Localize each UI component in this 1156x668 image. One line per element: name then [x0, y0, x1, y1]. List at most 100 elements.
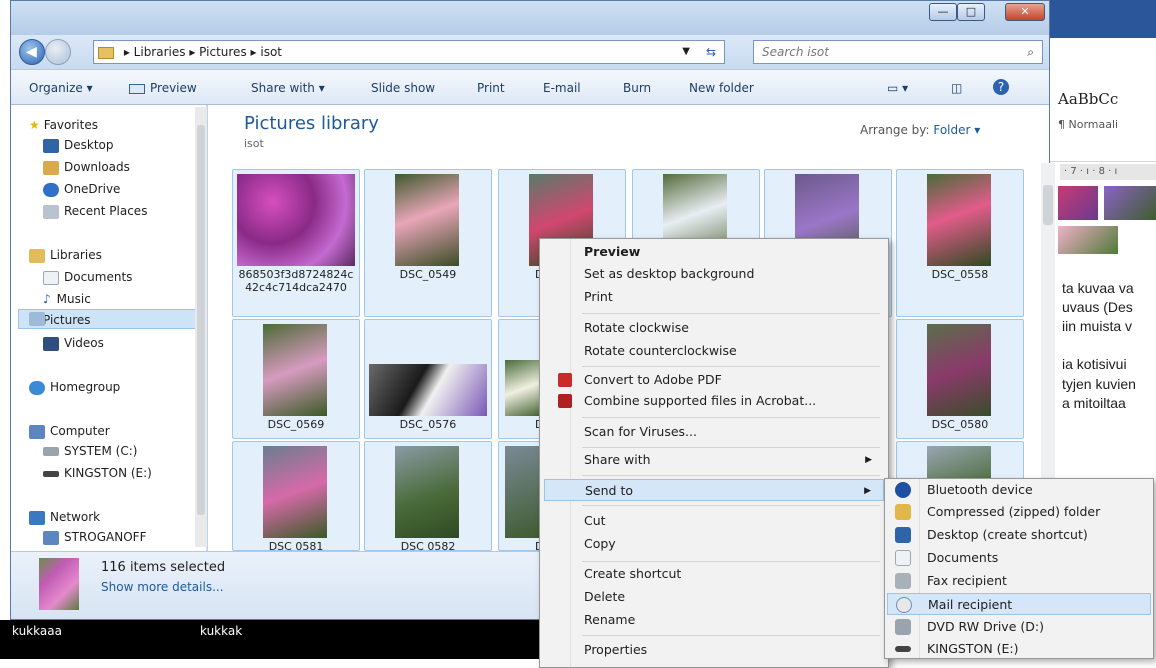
drive-icon: [43, 447, 59, 456]
arrange-dropdown[interactable]: Folder ▾: [933, 123, 980, 137]
search-input[interactable]: Search isot ⌕: [753, 40, 1043, 64]
refresh-icon[interactable]: ⇆: [706, 41, 716, 63]
email-button[interactable]: E-mail: [543, 81, 581, 95]
thumbnail-label: DSC_0558: [931, 268, 989, 281]
preview-button[interactable]: Preview: [129, 81, 197, 95]
breadcrumb-isot[interactable]: isot: [260, 45, 282, 59]
nav-computer[interactable]: Computer: [29, 421, 110, 441]
thumbnail-tile[interactable]: DSC_0558: [896, 169, 1024, 317]
share-with-button[interactable]: Share with ▾: [251, 81, 325, 95]
nav-stroganoff[interactable]: STROGANOFF: [43, 527, 146, 547]
taskbar-item[interactable]: kukkak: [200, 624, 242, 638]
word-tab-ohjelmat[interactable]: ohjelmat: [1052, 44, 1105, 58]
desktop-icon: [43, 138, 59, 153]
address-bar[interactable]: ▸ Libraries ▸ Pictures ▸ isot ▼ ⇆: [93, 40, 725, 64]
thumbnail-tile[interactable]: DSC_0580: [896, 319, 1024, 439]
nav-music[interactable]: ♪ Music: [43, 289, 91, 309]
word-image-3: [1058, 226, 1118, 254]
menu-item-label: Share with: [584, 452, 651, 467]
menu-item-cut[interactable]: Cut: [544, 510, 884, 532]
nav-recent-places[interactable]: Recent Places: [43, 201, 147, 221]
send-to-fax[interactable]: Fax recipient: [887, 570, 1151, 592]
close-button[interactable]: ✕: [1005, 3, 1045, 21]
thumbnail-tile[interactable]: DSC 0581: [232, 441, 360, 553]
thumbnail-tile[interactable]: DSC_0549: [364, 169, 492, 317]
thumbnail-tile[interactable]: DSC_0576: [364, 319, 492, 439]
menu-item-rotate-clockwise[interactable]: Rotate clockwise: [544, 317, 884, 339]
menu-item-label: DVD RW Drive (D:): [927, 619, 1044, 634]
nav-homegroup[interactable]: Homegroup: [29, 377, 120, 397]
menu-item-rename[interactable]: Rename: [544, 609, 884, 631]
send-to-dvd-drive[interactable]: DVD RW Drive (D:): [887, 616, 1151, 638]
back-button[interactable]: ◀: [19, 39, 45, 65]
nav-label: Libraries: [50, 248, 102, 262]
menu-item-share-with[interactable]: Share with ▶: [544, 449, 884, 471]
library-subtitle: isot: [244, 137, 264, 150]
word-style-gallery[interactable]: AaBbCc ¶ Normaali: [1048, 72, 1156, 162]
menu-item-set-desktop-background[interactable]: Set as desktop background: [544, 263, 884, 285]
menu-item-properties[interactable]: Properties: [544, 639, 884, 661]
nav-scroll-thumb[interactable]: [197, 125, 205, 515]
word-style-preview[interactable]: AaBbCc: [1058, 90, 1118, 108]
menu-item-preview[interactable]: Preview: [544, 241, 884, 263]
menu-item-copy[interactable]: Copy: [544, 533, 884, 555]
nav-favorites[interactable]: ★ Favorites: [29, 115, 98, 135]
nav-pictures[interactable]: Pictures: [18, 309, 198, 329]
title-bar[interactable]: — □ ✕: [11, 1, 1049, 35]
print-button[interactable]: Print: [477, 81, 505, 95]
menu-item-combine-acrobat[interactable]: Combine supported files in Acrobat...: [544, 390, 884, 412]
menu-item-convert-to-pdf[interactable]: Convert to Adobe PDF: [544, 369, 884, 391]
breadcrumb-libraries[interactable]: Libraries: [134, 45, 186, 59]
nav-documents[interactable]: Documents: [43, 267, 132, 287]
menu-item-delete[interactable]: Delete: [544, 586, 884, 608]
burn-button[interactable]: Burn: [623, 81, 651, 95]
send-to-mail-recipient[interactable]: Mail recipient: [887, 593, 1151, 615]
menu-item-create-shortcut[interactable]: Create shortcut: [544, 563, 884, 585]
nav-libraries[interactable]: Libraries: [29, 245, 102, 265]
selection-count: 116 items selected: [101, 560, 226, 575]
nav-videos[interactable]: Videos: [43, 333, 104, 353]
nav-downloads[interactable]: Downloads: [43, 157, 130, 177]
help-icon[interactable]: ?: [993, 79, 1009, 95]
library-icon: [29, 248, 45, 263]
menu-item-label: Convert to Adobe PDF: [584, 372, 722, 387]
menu-item-rotate-counterclockwise[interactable]: Rotate counterclockwise: [544, 340, 884, 362]
new-folder-button[interactable]: New folder: [689, 81, 754, 95]
breadcrumb-pictures[interactable]: Pictures: [199, 45, 247, 59]
nav-kingston-drive[interactable]: KINGSTON (E:): [43, 463, 152, 483]
maximize-button[interactable]: □: [957, 3, 985, 21]
slide-show-button[interactable]: Slide show: [371, 81, 435, 95]
send-to-kingston[interactable]: KINGSTON (E:): [887, 638, 1151, 660]
menu-item-print[interactable]: Print: [544, 286, 884, 308]
submenu-arrow-icon: ▶: [864, 486, 871, 496]
word-text-line: ia kotisivui: [1062, 356, 1127, 372]
nav-desktop[interactable]: Desktop: [43, 135, 114, 155]
minimize-button[interactable]: —: [929, 3, 957, 21]
address-dropdown-icon[interactable]: ▼: [682, 41, 690, 63]
nav-label: Videos: [64, 336, 104, 350]
menu-item-send-to[interactable]: Send to ▶: [544, 479, 884, 501]
search-icon[interactable]: ⌕: [1027, 41, 1034, 63]
thumbnail-tile[interactable]: DSC 0582: [364, 441, 492, 553]
word-tab-letter[interactable]: A: [1140, 44, 1148, 58]
main-scroll-thumb[interactable]: [1043, 185, 1053, 225]
nav-network[interactable]: Network: [29, 507, 100, 527]
usb-drive-icon: [43, 470, 59, 477]
send-to-compressed-folder[interactable]: Compressed (zipped) folder: [887, 501, 1151, 523]
organize-button[interactable]: Organize ▾: [29, 81, 93, 95]
thumbnail-tile[interactable]: 868503f3d8724824c42c4c714dca2470: [232, 169, 360, 317]
show-more-details-link[interactable]: Show more details...: [101, 580, 224, 594]
menu-item-scan-viruses[interactable]: Scan for Viruses...: [544, 421, 884, 443]
nav-system-drive[interactable]: SYSTEM (C:): [43, 441, 137, 461]
send-to-submenu: Bluetooth device Compressed (zipped) fol…: [884, 478, 1154, 659]
send-to-desktop[interactable]: Desktop (create shortcut): [887, 524, 1151, 546]
nav-onedrive[interactable]: OneDrive: [43, 179, 120, 199]
send-to-documents[interactable]: Documents: [887, 547, 1151, 569]
send-to-bluetooth[interactable]: Bluetooth device: [887, 479, 1151, 501]
forward-button[interactable]: [45, 39, 71, 65]
view-options-icon[interactable]: ▭ ▾: [887, 81, 908, 95]
taskbar-item[interactable]: kukkaaa: [12, 624, 62, 638]
thumbnail-tile[interactable]: DSC_0569: [232, 319, 360, 439]
folder-icon: [98, 46, 114, 59]
preview-pane-icon[interactable]: ◫: [951, 81, 962, 95]
